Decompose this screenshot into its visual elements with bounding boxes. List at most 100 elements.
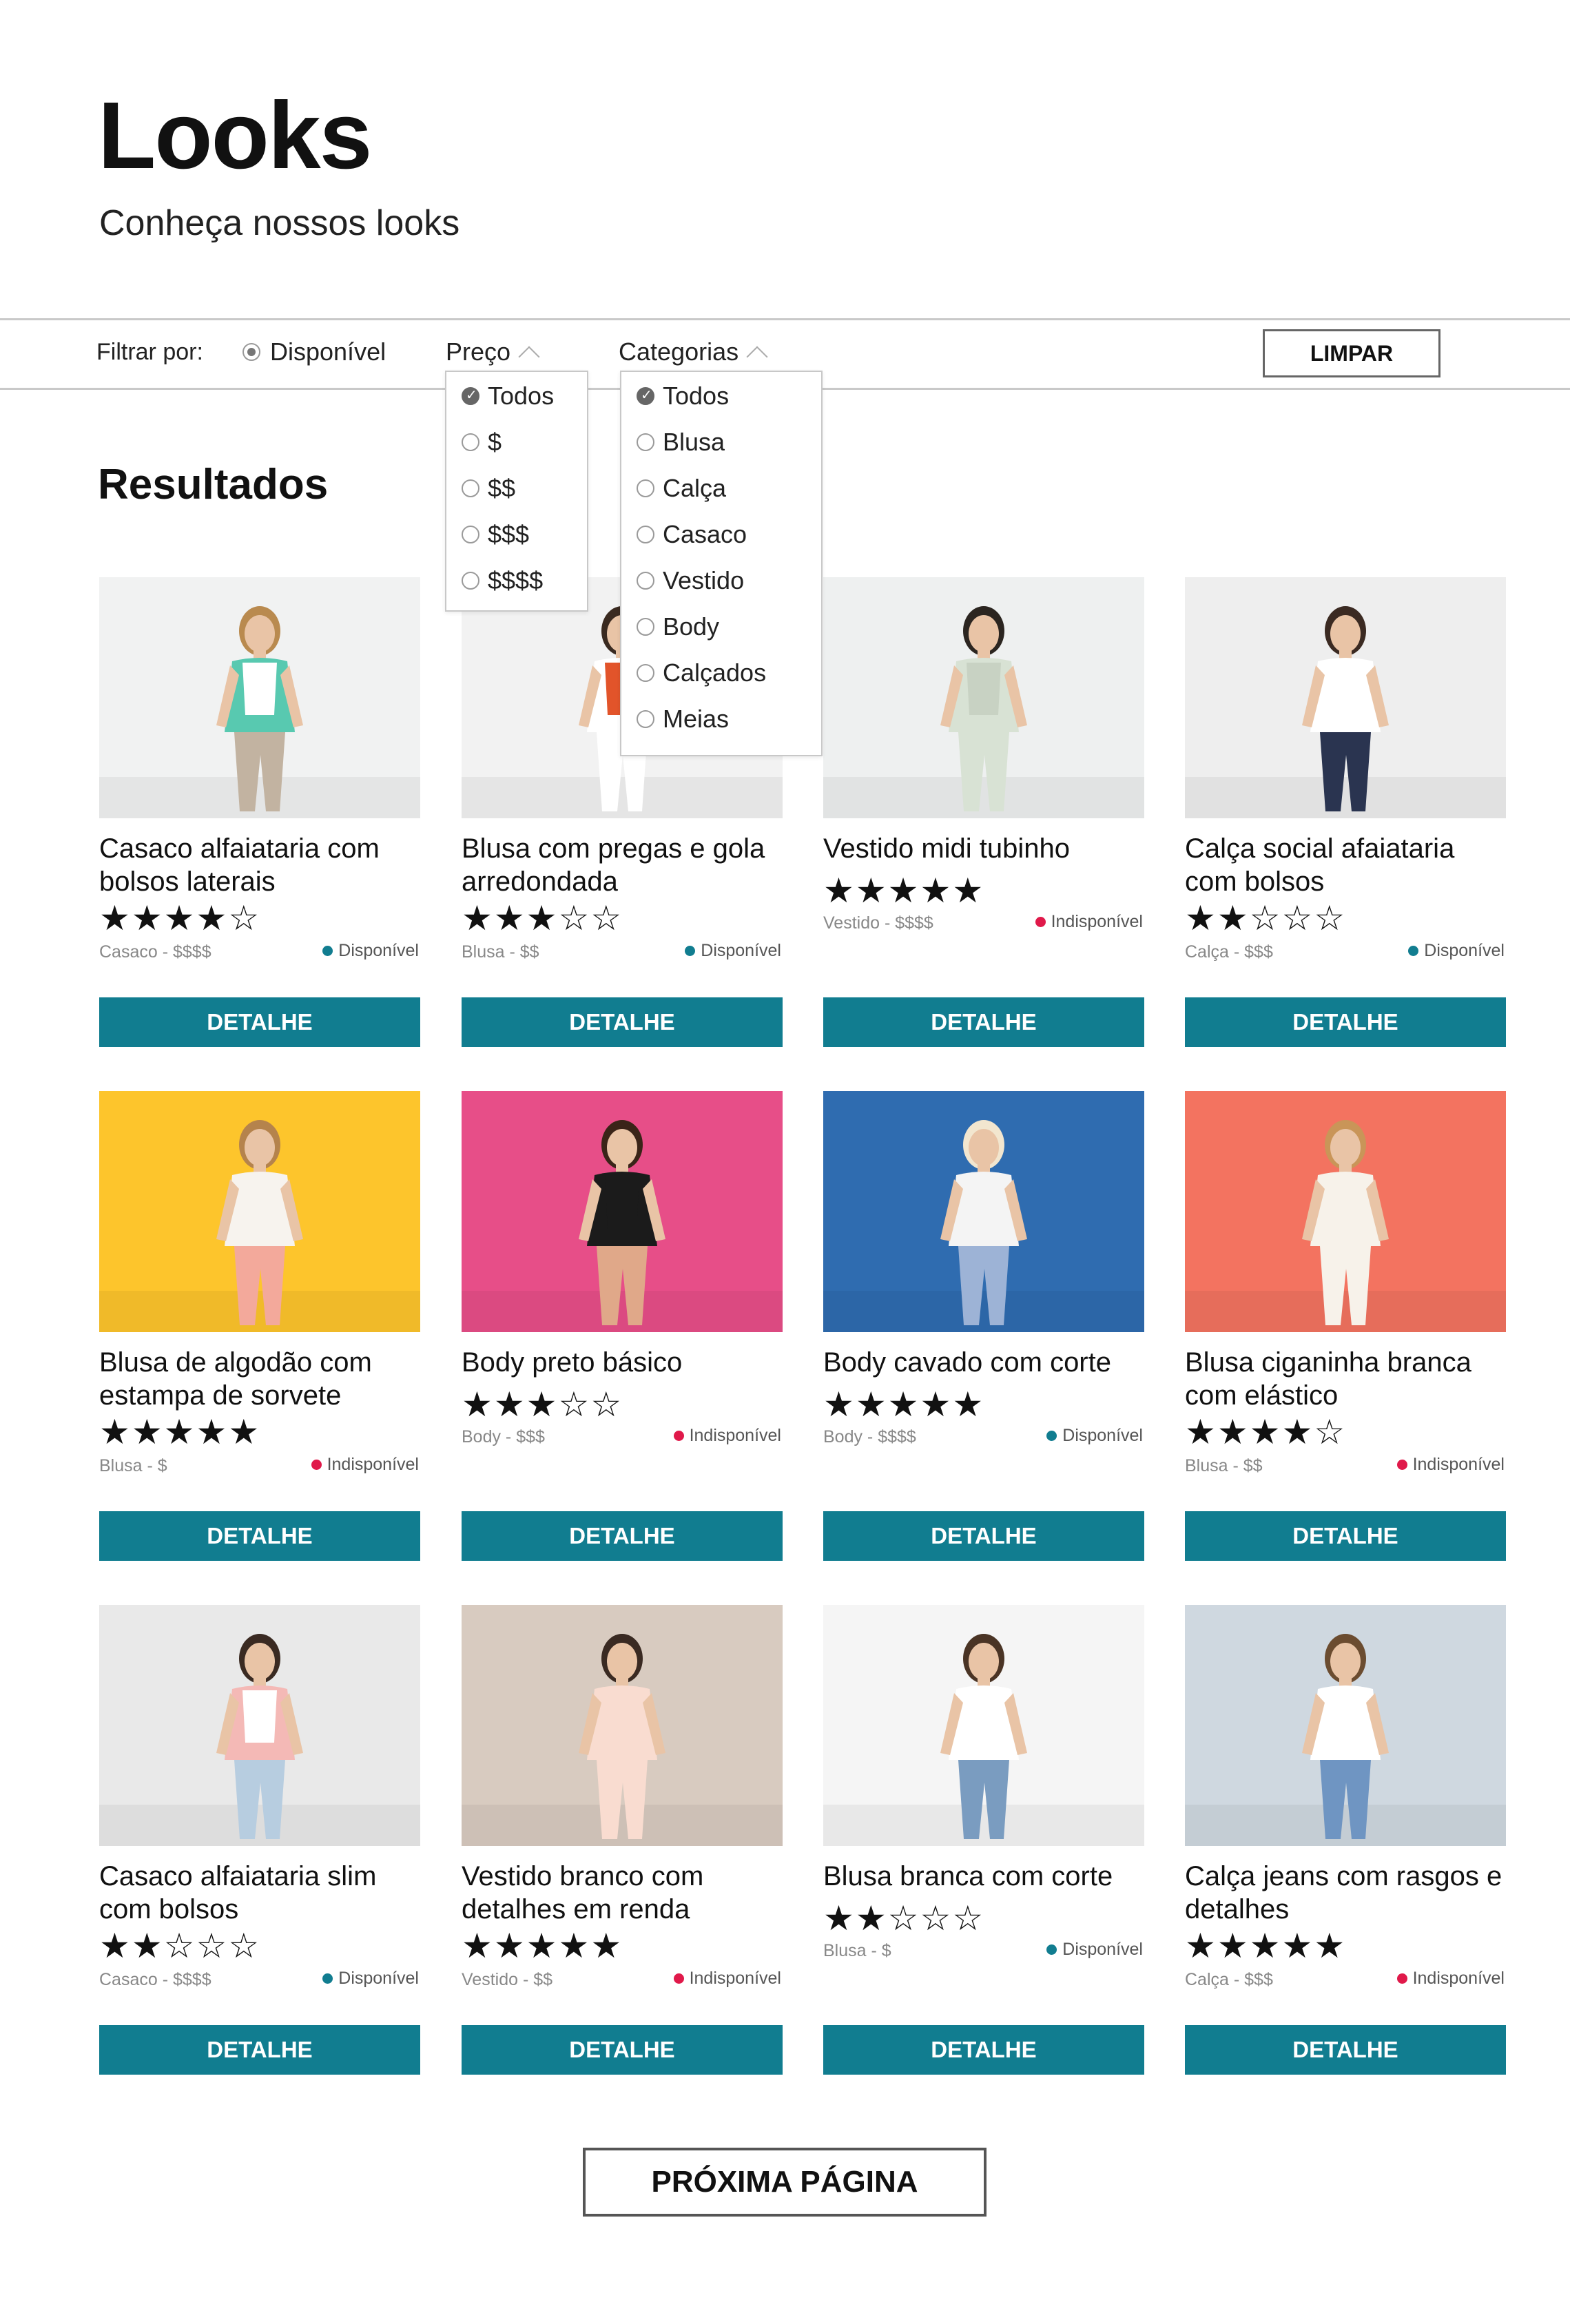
radio-icon xyxy=(637,526,654,543)
detail-button[interactable]: DETALHE xyxy=(99,1511,420,1561)
category-option[interactable]: Blusa xyxy=(637,428,725,457)
category-option-label: Casaco xyxy=(663,520,747,548)
product-image[interactable] xyxy=(462,1605,783,1846)
next-page-button[interactable]: PRÓXIMA PÁGINA xyxy=(583,2148,987,2217)
star-filled-icon: ★ xyxy=(1217,1927,1250,1965)
price-option-label: $$ xyxy=(488,474,516,502)
star-filled-icon: ★ xyxy=(887,1385,920,1424)
star-rating: ★★★☆☆ xyxy=(462,901,623,935)
detail-button[interactable]: DETALHE xyxy=(99,2025,420,2075)
product-image[interactable] xyxy=(823,1091,1144,1332)
product-image[interactable] xyxy=(823,1605,1144,1846)
star-rating: ★★★★★ xyxy=(1185,1929,1346,1963)
detail-button[interactable]: DETALHE xyxy=(1185,1511,1506,1561)
star-empty-icon: ☆ xyxy=(558,899,591,937)
star-filled-icon: ★ xyxy=(526,1385,559,1424)
category-option[interactable]: Calçados xyxy=(637,658,766,687)
star-filled-icon: ★ xyxy=(493,1927,526,1965)
category-option[interactable]: Casaco xyxy=(637,520,747,549)
star-filled-icon: ★ xyxy=(1249,1927,1282,1965)
detail-button[interactable]: DETALHE xyxy=(462,1511,783,1561)
category-option[interactable]: Vestido xyxy=(637,566,744,595)
star-filled-icon: ★ xyxy=(823,1385,856,1424)
detail-button[interactable]: DETALHE xyxy=(99,997,420,1047)
status-label: Disponível xyxy=(701,941,781,960)
price-dropdown-toggle[interactable]: Preço xyxy=(446,338,540,368)
star-filled-icon: ★ xyxy=(99,1927,132,1965)
product-image[interactable] xyxy=(99,577,420,818)
availability-status: Disponível xyxy=(1046,1940,1143,1960)
detail-button[interactable]: DETALHE xyxy=(823,1511,1144,1561)
star-rating: ★★☆☆☆ xyxy=(823,1901,984,1936)
product-meta: Calça - $$$ xyxy=(1185,1970,1273,1989)
star-rating: ★★★★☆ xyxy=(99,901,260,935)
product-image[interactable] xyxy=(1185,1091,1506,1332)
product-name: Vestido branco com detalhes em renda xyxy=(462,1861,704,1924)
radio-icon xyxy=(637,386,654,405)
star-rating: ★★★☆☆ xyxy=(462,1387,623,1422)
product-name: Casaco alfaiataria slim com bolsos xyxy=(99,1861,377,1924)
product-image[interactable] xyxy=(462,1091,783,1332)
radio-icon xyxy=(637,572,654,590)
status-label: Indisponível xyxy=(1412,1455,1505,1474)
availability-status: Disponível xyxy=(1046,1426,1143,1446)
star-rating: ★★★★★ xyxy=(823,873,984,908)
price-option-label: $ xyxy=(488,428,502,456)
detail-button[interactable]: DETALHE xyxy=(1185,997,1506,1047)
star-filled-icon: ★ xyxy=(196,1413,229,1451)
star-filled-icon: ★ xyxy=(920,1385,953,1424)
star-filled-icon: ★ xyxy=(163,899,196,937)
availability-status: Indisponível xyxy=(1396,1969,1505,1989)
price-option[interactable]: $$ xyxy=(462,474,515,503)
star-empty-icon: ☆ xyxy=(228,1927,261,1965)
price-option[interactable]: Todos xyxy=(462,382,554,411)
status-dot-icon xyxy=(1408,946,1419,956)
product-image[interactable] xyxy=(99,1091,420,1332)
star-rating: ★★★★★ xyxy=(823,1387,984,1422)
clear-filters-button[interactable]: LIMPAR xyxy=(1263,329,1440,377)
product-image[interactable] xyxy=(99,1605,420,1846)
categories-dropdown-toggle[interactable]: Categorias xyxy=(619,338,768,368)
category-option-label: Body xyxy=(663,612,720,641)
detail-button[interactable]: DETALHE xyxy=(462,997,783,1047)
category-option-label: Vestido xyxy=(663,566,745,594)
price-option[interactable]: $$$$ xyxy=(462,566,543,595)
star-filled-icon: ★ xyxy=(462,899,494,937)
product-name: Blusa ciganinha branca com elástico xyxy=(1185,1347,1471,1411)
product-image[interactable] xyxy=(1185,577,1506,818)
price-option[interactable]: $ xyxy=(462,428,502,457)
product-image[interactable] xyxy=(1185,1605,1506,1846)
availability-radio[interactable] xyxy=(242,343,260,361)
product-image[interactable] xyxy=(823,577,1144,818)
availability-status: Indisponível xyxy=(673,1426,781,1446)
category-option[interactable]: Todos xyxy=(637,382,729,411)
detail-button[interactable]: DETALHE xyxy=(823,2025,1144,2075)
availability-filter[interactable]: Disponível xyxy=(242,338,386,366)
star-filled-icon: ★ xyxy=(526,899,559,937)
category-option-label: Calça xyxy=(663,474,727,502)
star-filled-icon: ★ xyxy=(493,899,526,937)
category-option[interactable]: Meias xyxy=(637,705,729,734)
detail-button[interactable]: DETALHE xyxy=(462,2025,783,2075)
star-rating: ★★☆☆☆ xyxy=(99,1929,260,1963)
star-filled-icon: ★ xyxy=(131,1413,164,1451)
status-label: Disponível xyxy=(1062,1426,1143,1445)
detail-button[interactable]: DETALHE xyxy=(823,997,1144,1047)
star-rating: ★★★★★ xyxy=(462,1929,623,1963)
product-name: Body preto básico xyxy=(462,1347,683,1378)
chevron-up-icon xyxy=(518,346,540,368)
availability-status: Disponível xyxy=(322,1969,419,1989)
product-meta: Casaco - $$$$ xyxy=(99,1970,211,1989)
category-option[interactable]: Calça xyxy=(637,474,726,503)
status-dot-icon xyxy=(673,1973,684,1984)
star-filled-icon: ★ xyxy=(920,871,953,910)
star-filled-icon: ★ xyxy=(228,1413,261,1451)
star-filled-icon: ★ xyxy=(163,1413,196,1451)
star-empty-icon: ☆ xyxy=(163,1927,196,1965)
detail-button[interactable]: DETALHE xyxy=(1185,2025,1506,2075)
product-meta: Calça - $$$ xyxy=(1185,942,1273,962)
price-option[interactable]: $$$ xyxy=(462,520,529,549)
product-meta: Body - $$$ xyxy=(462,1427,545,1446)
star-filled-icon: ★ xyxy=(1185,899,1217,937)
category-option[interactable]: Body xyxy=(637,612,719,641)
